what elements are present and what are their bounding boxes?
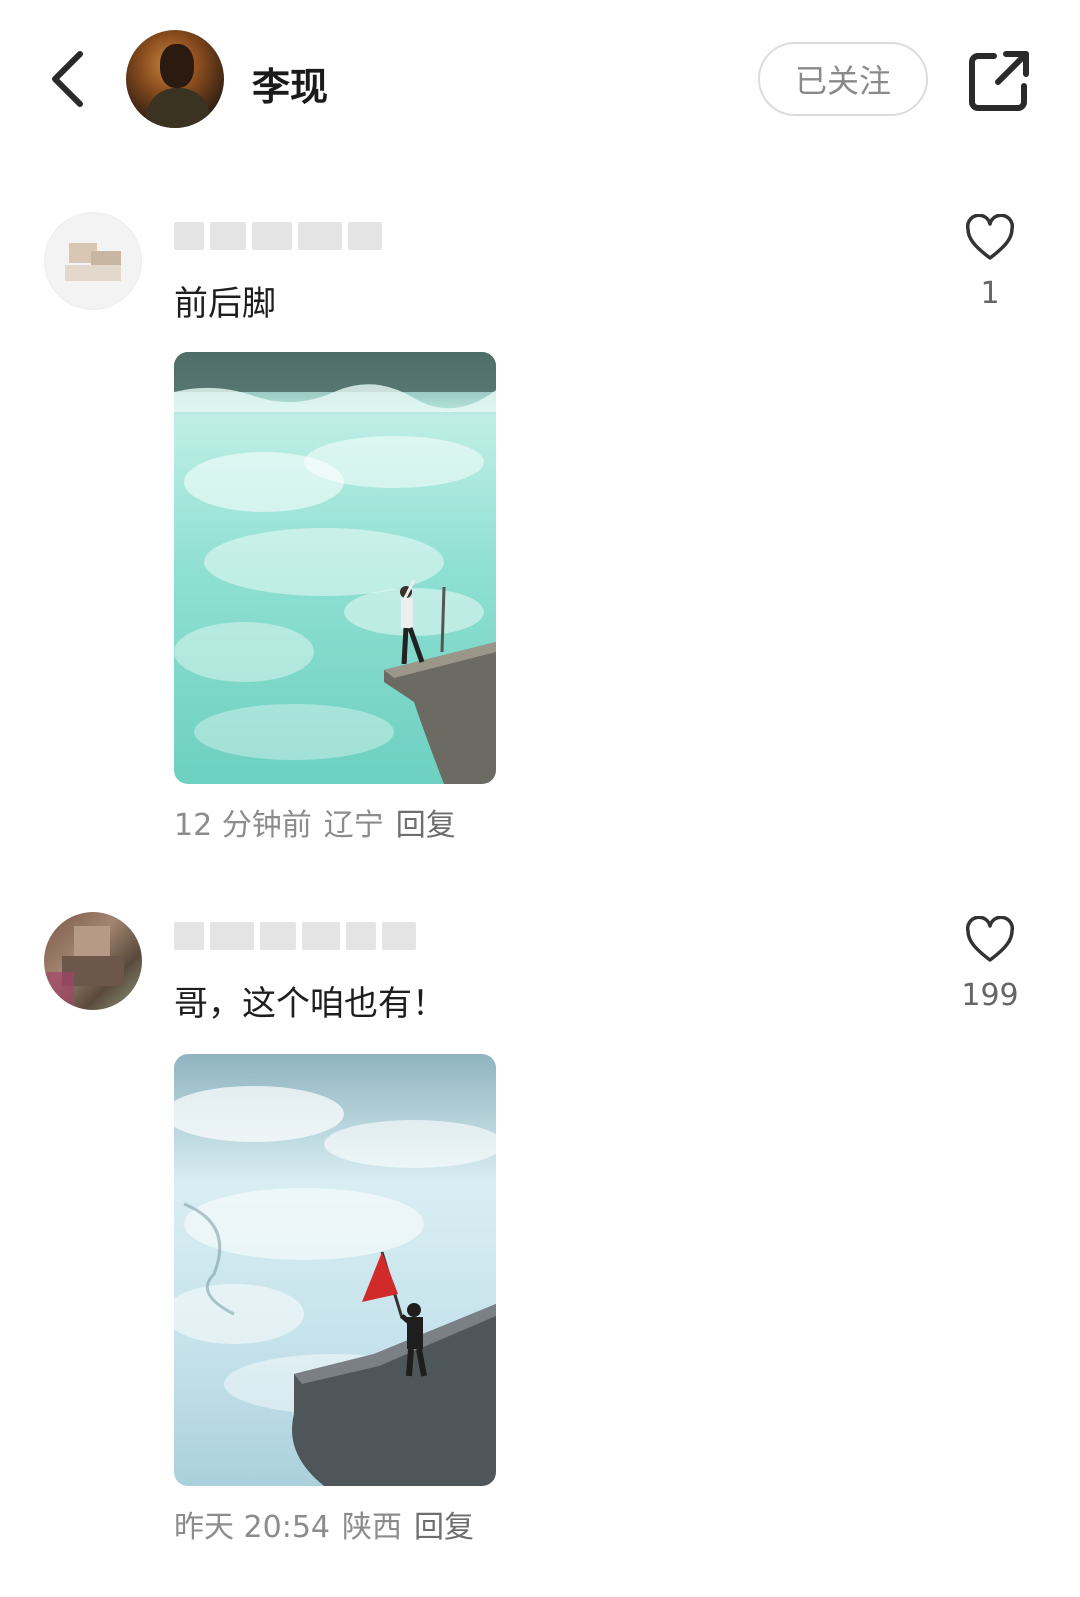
like-count: 199 [961, 978, 1019, 1013]
commenter-name-blurred[interactable] [174, 920, 416, 952]
waterfall-photo [174, 1054, 496, 1486]
commenter-avatar[interactable] [44, 912, 142, 1010]
comment-time: 昨天 20:54 [174, 1510, 330, 1545]
comment-photo[interactable] [174, 352, 496, 784]
like-count: 1 [980, 276, 1000, 311]
reply-button[interactable]: 回复 [414, 1502, 474, 1546]
comment-text: 哥，这个咱也有！ [174, 984, 446, 1024]
commenter-name-blurred[interactable] [174, 220, 382, 252]
follow-button[interactable]: 已关注 [758, 42, 928, 116]
chevron-left-icon [52, 51, 83, 107]
comment-location: 陕西 [342, 1510, 402, 1545]
comment-meta: 12 分钟前 辽宁 回复 [174, 800, 456, 844]
comment-time: 12 分钟前 [174, 808, 312, 843]
top-bar: 李现 已关注 [0, 0, 1080, 160]
commenter-avatar[interactable] [44, 212, 142, 310]
like-button[interactable]: 199 [960, 916, 1020, 1013]
comment-photo[interactable] [174, 1054, 496, 1486]
heart-icon [965, 916, 1015, 962]
author-avatar[interactable] [126, 30, 224, 128]
heart-icon [965, 214, 1015, 260]
like-button[interactable]: 1 [960, 214, 1020, 311]
back-button[interactable] [40, 44, 100, 114]
comment-meta: 昨天 20:54 陕西 回复 [174, 1502, 474, 1546]
comment-text: 前后脚 [174, 284, 276, 324]
comment-location: 辽宁 [323, 808, 384, 843]
waterfall-photo [174, 352, 496, 784]
share-button[interactable] [964, 46, 1034, 116]
share-icon [969, 51, 1029, 111]
author-name[interactable]: 李现 [252, 56, 328, 111]
reply-button[interactable]: 回复 [396, 800, 456, 844]
